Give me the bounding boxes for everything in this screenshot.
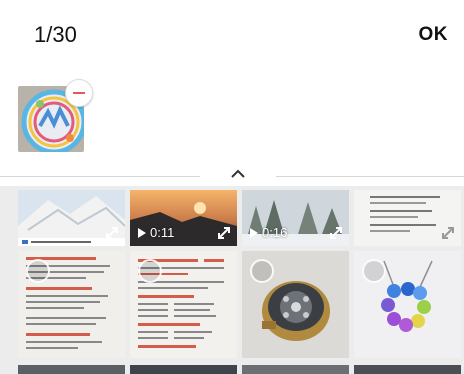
selected-items-strip (0, 72, 464, 176)
selection-count: 1/30 (34, 22, 77, 47)
play-icon (250, 228, 258, 238)
grid-item-photo[interactable] (18, 251, 125, 358)
remove-selected-button[interactable] (65, 79, 93, 107)
grid-item-photo[interactable] (354, 190, 461, 246)
grid-item-photo[interactable] (242, 363, 349, 374)
grid-item-photo[interactable] (130, 363, 237, 374)
grid-item-photo[interactable] (354, 251, 461, 358)
grid-item-photo[interactable] (18, 190, 125, 246)
select-checkbox[interactable] (138, 259, 162, 283)
expand-icon[interactable] (327, 224, 345, 242)
divider-right (276, 176, 464, 177)
select-checkbox[interactable] (26, 259, 50, 283)
grid-item-video[interactable]: 0:16 (242, 190, 349, 246)
grid-item-photo[interactable] (242, 251, 349, 358)
video-duration: 0:11 (138, 225, 174, 240)
expand-icon[interactable] (103, 224, 121, 242)
divider-left (0, 176, 200, 177)
grid-item-photo[interactable] (18, 363, 125, 374)
grid-item-photo[interactable] (130, 251, 237, 358)
selection-header: 1/30 OK (0, 0, 464, 72)
photo-grid: 0:11 0:16 (0, 186, 464, 374)
grid-item-photo[interactable] (354, 363, 461, 374)
ok-button[interactable]: OK (419, 24, 449, 46)
expand-icon[interactable] (215, 224, 233, 242)
chevron-up-icon (231, 169, 245, 178)
expand-icon[interactable] (439, 224, 457, 242)
play-icon (138, 228, 146, 238)
grid-item-video[interactable]: 0:11 (130, 190, 237, 246)
video-duration: 0:16 (250, 225, 287, 240)
collapse-button[interactable] (225, 164, 251, 184)
select-checkbox[interactable] (250, 259, 274, 283)
select-checkbox[interactable] (362, 259, 386, 283)
